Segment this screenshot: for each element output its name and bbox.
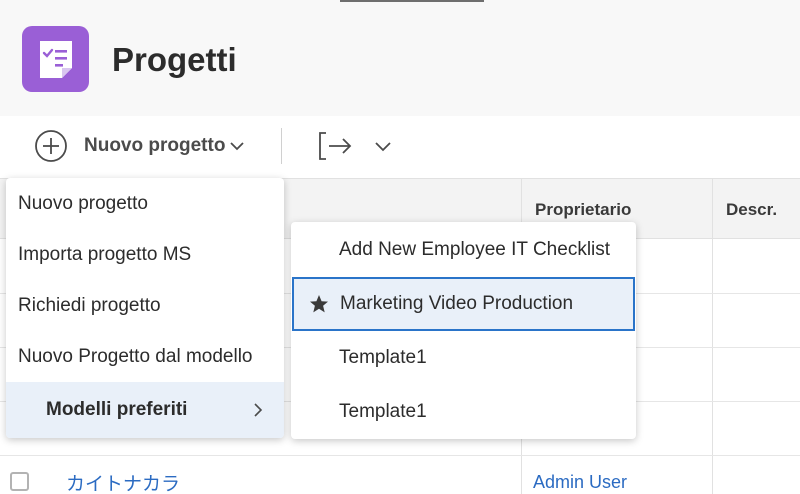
project-name-link[interactable]: カイトナカラ (66, 469, 180, 494)
toolbar: Nuovo progetto (0, 116, 800, 178)
chevron-right-icon (254, 403, 263, 417)
menu-item-project-from-template[interactable]: Nuovo Progetto dal modello (6, 331, 284, 382)
row-divider (0, 455, 800, 456)
toolbar-divider (281, 128, 282, 164)
column-header-description[interactable]: Descr. (726, 200, 777, 220)
submenu-item-template-starred[interactable]: Marketing Video Production (292, 277, 635, 331)
project-app-icon (22, 26, 89, 92)
menu-item-new-project[interactable]: Nuovo progetto (6, 178, 284, 229)
chevron-down-icon (230, 142, 244, 151)
top-indicator (340, 0, 484, 2)
star-icon (310, 295, 328, 313)
menu-item-request-project[interactable]: Richiedi progetto (6, 280, 284, 331)
submenu-item-template[interactable]: Template1 (291, 331, 636, 385)
submenu-item-template[interactable]: Add New Employee IT Checklist (291, 223, 636, 277)
favorite-templates-submenu: Add New Employee IT Checklist Marketing … (291, 222, 636, 439)
submenu-item-label: Marketing Video Production (340, 293, 574, 314)
owner-link[interactable]: Admin User (533, 472, 627, 493)
menu-item-favorite-templates-label: Modelli preferiti (46, 399, 188, 420)
export-chevron-down-icon[interactable] (374, 139, 392, 155)
new-project-label: Nuovo progetto (84, 135, 226, 156)
menu-item-import-ms-project[interactable]: Importa progetto MS (6, 229, 284, 280)
new-project-menu: Nuovo progetto Importa progetto MS Richi… (6, 178, 284, 438)
export-icon[interactable] (317, 131, 353, 161)
menu-item-favorite-templates[interactable]: Modelli preferiti (6, 382, 284, 438)
plus-circle-icon (35, 130, 67, 162)
submenu-item-template[interactable]: Template1 (291, 385, 636, 439)
row-checkbox[interactable] (10, 472, 29, 491)
new-project-button[interactable]: Nuovo progetto (34, 129, 256, 165)
column-header-owner[interactable]: Proprietario (535, 200, 631, 220)
column-divider (712, 178, 713, 494)
page-title: Progetti (112, 41, 237, 78)
